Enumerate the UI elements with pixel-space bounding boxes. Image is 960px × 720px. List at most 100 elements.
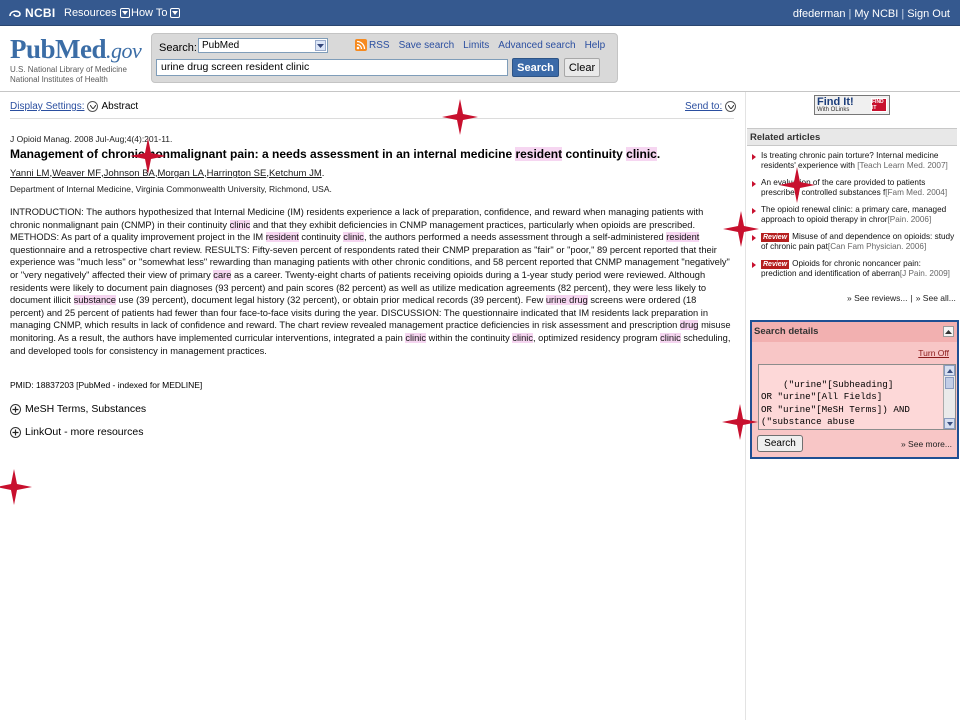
search-label: Search: — [159, 42, 197, 54]
display-format: Abstract — [101, 101, 139, 112]
collapse-icon[interactable] — [943, 326, 954, 337]
see-reviews-link[interactable]: » See reviews... — [847, 293, 907, 303]
send-to-link[interactable]: Send to: — [685, 101, 722, 112]
advanced-search-link[interactable]: Advanced search — [498, 40, 575, 51]
star-marker-icon — [723, 211, 759, 247]
related-article-source: [Fam Med. 2004] — [885, 188, 948, 197]
pubmed-logo-gov: .gov — [106, 38, 142, 63]
separator: | — [848, 8, 852, 20]
chevron-down-icon[interactable] — [725, 101, 737, 112]
text-segment: within the continuity — [426, 332, 513, 343]
resources-menu-label: Resources — [64, 7, 117, 19]
author-separator: . — [321, 168, 325, 179]
search-input[interactable]: urine drug screen resident clinic — [156, 59, 508, 76]
search-details-search-button[interactable]: Search — [757, 435, 803, 452]
turn-off-link[interactable]: Turn Off — [918, 348, 949, 358]
text-segment: , the authors performed a needs assessme… — [363, 232, 667, 243]
scroll-up-icon[interactable] — [944, 365, 955, 376]
search-term-highlight: clinic — [660, 332, 681, 343]
search-term-highlight: clinic — [405, 332, 427, 343]
help-link[interactable]: Help — [585, 40, 606, 51]
resources-menu[interactable]: Resources — [64, 7, 130, 19]
rss-icon — [355, 39, 367, 51]
related-article-source: [J Pain. 2009] — [899, 269, 950, 278]
plus-icon — [10, 403, 21, 415]
rss-link-label: RSS — [369, 39, 390, 51]
my-ncbi-link[interactable]: My NCBI — [854, 8, 898, 20]
search-term-highlight: care — [213, 269, 232, 280]
rss-link[interactable]: RSS — [355, 39, 390, 51]
database-select[interactable]: PubMed — [198, 38, 328, 53]
save-search-link[interactable]: Save search — [399, 40, 455, 51]
mesh-terms-expander[interactable]: MeSH Terms, Substances — [10, 403, 146, 415]
related-article-item[interactable]: Review Opioids for chronic noncancer pain… — [751, 259, 956, 279]
search-details-title: Search details — [752, 322, 957, 342]
star-marker-icon — [779, 167, 815, 203]
database-select-value: PubMed — [202, 40, 240, 51]
ncbi-logo[interactable]: NCBI — [8, 5, 56, 21]
search-term-highlight: clinic — [512, 332, 533, 343]
ncbi-logo-text: NCBI — [25, 6, 56, 20]
text-segment: . — [656, 147, 661, 161]
text-segment: Management of chronic nonmalignant pain:… — [10, 147, 516, 161]
related-article-item[interactable]: The opioid renewal clinic: a primary car… — [751, 205, 956, 225]
separator: | — [901, 8, 905, 20]
related-article-source: [Teach Learn Med. 2007] — [857, 161, 948, 170]
display-settings: Display Settings: Abstract — [10, 101, 138, 112]
mesh-terms-label: MeSH Terms, Substances — [25, 403, 147, 415]
search-term-highlight: resident — [515, 147, 563, 161]
author-link[interactable]: Ketchum JM — [269, 168, 322, 179]
related-article-item[interactable]: Review Misuse of and dependence on opioid… — [751, 232, 956, 252]
ncbi-swirl-icon — [9, 10, 21, 18]
author-link[interactable]: Harrington SE — [207, 168, 267, 179]
plus-icon — [10, 426, 21, 438]
limits-link[interactable]: Limits — [463, 40, 489, 51]
scroll-down-icon[interactable] — [944, 418, 955, 429]
author-link[interactable]: Yanni LM — [10, 168, 49, 179]
nih-line: National Institutes of Health — [10, 75, 108, 84]
find-it-badge-icon: FIND IT — [871, 98, 887, 112]
star-marker-icon — [722, 404, 758, 440]
sign-out-link[interactable]: Sign Out — [907, 8, 950, 20]
abstract-text: INTRODUCTION: The authors hypothesized t… — [10, 206, 732, 357]
how-to-menu[interactable]: How To — [131, 7, 181, 19]
author-link[interactable]: Weaver MF — [52, 168, 101, 179]
send-to: Send to: — [685, 101, 737, 112]
search-term-highlight: clinic — [343, 232, 364, 243]
affiliation: Department of Internal Medicine, Virgini… — [10, 184, 332, 194]
related-articles-footer: » See reviews... | » See all... — [847, 293, 956, 303]
search-details-textarea[interactable]: ("urine"[Subheading] OR "urine"[All Fiel… — [758, 364, 956, 430]
article-title: Management of chronic nonmalignant pain:… — [10, 147, 732, 161]
search-term-highlight: clinic — [229, 219, 251, 230]
pmid: PMID: 18837203 [PubMed - indexed for MED… — [10, 380, 203, 390]
ncbi-top-bar: NCBI Resources How To dfederman | My NCB… — [0, 0, 960, 26]
search-term-highlight: resident — [265, 232, 299, 243]
user-links: dfederman | My NCBI | Sign Out — [793, 8, 950, 20]
linkout-expander[interactable]: LinkOut - more resources — [10, 426, 143, 438]
pubmed-header: PubMed.gov U.S. National Library of Medi… — [0, 26, 960, 92]
search-term-highlight: resident — [666, 232, 700, 243]
chevron-down-icon — [170, 8, 181, 18]
related-articles-panel: Related articles Is treating chronic pai… — [747, 128, 957, 308]
related-article-source: [Pain. 2006] — [887, 215, 932, 224]
find-it-button[interactable]: Find It! With OLinks FIND IT — [814, 95, 890, 115]
separator: | — [910, 293, 913, 303]
pubmed-logo-text: PubMed — [10, 34, 107, 64]
search-details-panel: Search details Turn Off ("urine"[Subhead… — [750, 320, 959, 459]
textarea-scrollbar[interactable] — [943, 365, 955, 429]
text-segment: , optimized residency program — [533, 332, 661, 343]
divider — [10, 118, 734, 119]
chevron-down-icon[interactable] — [87, 101, 99, 112]
search-button[interactable]: Search — [512, 58, 559, 77]
username-link[interactable]: dfederman — [793, 8, 846, 20]
text-segment: continuity — [562, 147, 627, 161]
author-list: Yanni LM, Weaver MF, Johnson BA, Morgan … — [10, 168, 324, 179]
pubmed-logo[interactable]: PubMed.gov U.S. National Library of Medi… — [10, 34, 145, 89]
clear-button[interactable]: Clear — [564, 58, 600, 77]
search-panel: Search: PubMed RSS Save search Limits Ad… — [151, 33, 618, 83]
scroll-thumb[interactable] — [945, 377, 954, 389]
display-settings-link[interactable]: Display Settings: — [10, 101, 84, 112]
see-more-link[interactable]: » See more... — [901, 439, 952, 449]
see-all-link[interactable]: » See all... — [916, 293, 956, 303]
search-term-highlight: drug — [679, 320, 699, 331]
